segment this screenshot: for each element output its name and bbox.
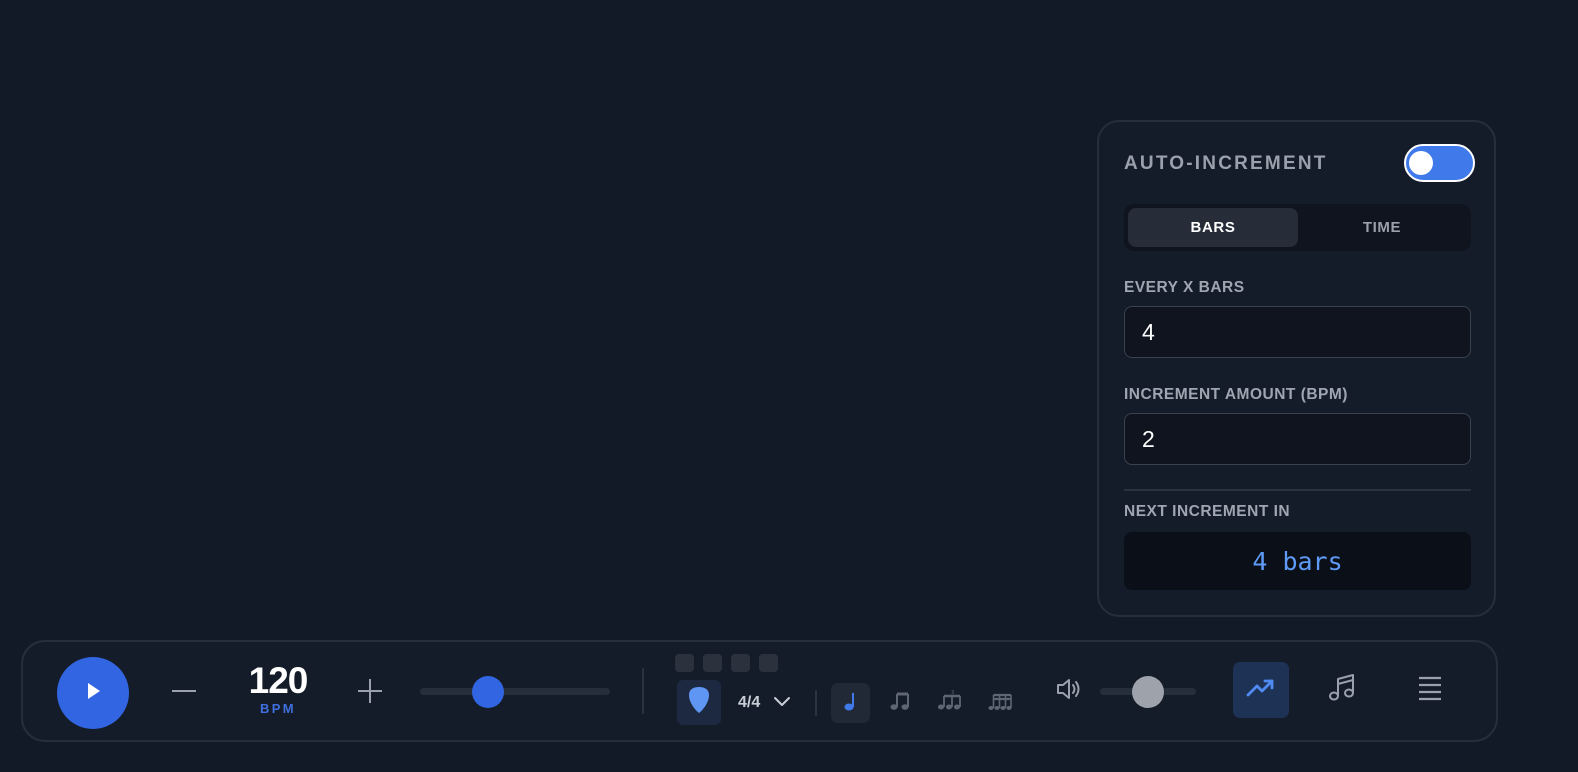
beat-indicator[interactable] — [703, 654, 722, 672]
beat-indicator[interactable] — [759, 654, 778, 672]
bpm-value: 120 — [248, 660, 309, 701]
next-increment-readout: 4 bars — [1124, 532, 1471, 590]
triplet-icon: 3 — [937, 690, 961, 717]
trending-up-icon — [1246, 678, 1276, 703]
mode-segmented-control: BARS TIME — [1124, 204, 1471, 251]
chevron-down-icon — [773, 694, 791, 712]
volume-slider[interactable] — [1100, 675, 1196, 708]
sounds-button[interactable] — [1321, 670, 1361, 710]
increment-amount-input[interactable] — [1124, 413, 1471, 465]
auto-increment-panel: AUTO-INCREMENT BARS TIME EVERY X BARS IN… — [1097, 120, 1496, 617]
eighth-notes-icon — [889, 690, 911, 717]
separator — [815, 690, 817, 716]
panel-divider — [1124, 489, 1471, 491]
increment-amount-label: INCREMENT AMOUNT (BPM) — [1124, 386, 1348, 403]
pick-icon — [688, 686, 710, 719]
transport-bar: 120 BPM 4/4 3 — [21, 640, 1498, 742]
tempo-slider-thumb[interactable] — [472, 675, 505, 708]
subdivision-quarter-button[interactable] — [831, 683, 870, 723]
beat-indicator[interactable] — [675, 654, 694, 672]
every-bars-input[interactable] — [1124, 306, 1471, 358]
plus-icon — [357, 678, 383, 709]
subdivision-eighth-button[interactable] — [880, 683, 919, 723]
app-root: AUTO-INCREMENT BARS TIME EVERY X BARS IN… — [0, 0, 1578, 772]
mode-time-button[interactable]: TIME — [1297, 208, 1467, 247]
svg-text:3: 3 — [951, 690, 954, 696]
toggle-knob — [1409, 151, 1433, 175]
tempo-slider[interactable] — [420, 675, 610, 708]
time-signature-select[interactable]: 4/4 — [738, 694, 791, 712]
speaker-icon — [1055, 676, 1083, 707]
menu-icon — [1417, 675, 1443, 706]
quarter-note-icon — [843, 690, 859, 717]
subdivision-sixteenth-button[interactable] — [980, 683, 1019, 723]
play-button[interactable] — [57, 657, 129, 729]
panel-title: AUTO-INCREMENT — [1124, 153, 1328, 174]
time-signature-value: 4/4 — [738, 694, 761, 712]
tempo-trainer-button[interactable] — [1233, 662, 1289, 718]
every-bars-label: EVERY X BARS — [1124, 279, 1245, 296]
mode-bars-button[interactable]: BARS — [1128, 208, 1298, 247]
increase-tempo-button[interactable] — [349, 673, 391, 713]
beat-indicator[interactable] — [731, 654, 750, 672]
volume-slider-thumb[interactable] — [1132, 675, 1164, 708]
subdivision-triplet-button[interactable]: 3 — [929, 683, 968, 723]
separator — [642, 668, 644, 714]
accent-sound-button[interactable] — [677, 680, 721, 725]
auto-increment-toggle[interactable] — [1404, 144, 1475, 182]
minus-icon — [171, 678, 197, 709]
play-icon — [82, 680, 104, 707]
menu-button[interactable] — [1410, 670, 1450, 710]
decrease-tempo-button[interactable] — [163, 673, 205, 713]
bpm-unit-label: BPM — [259, 701, 297, 716]
sixteenth-notes-icon — [988, 690, 1012, 717]
music-note-icon — [1326, 673, 1356, 708]
volume-button[interactable] — [1051, 673, 1087, 709]
next-increment-label: NEXT INCREMENT IN — [1124, 503, 1291, 520]
